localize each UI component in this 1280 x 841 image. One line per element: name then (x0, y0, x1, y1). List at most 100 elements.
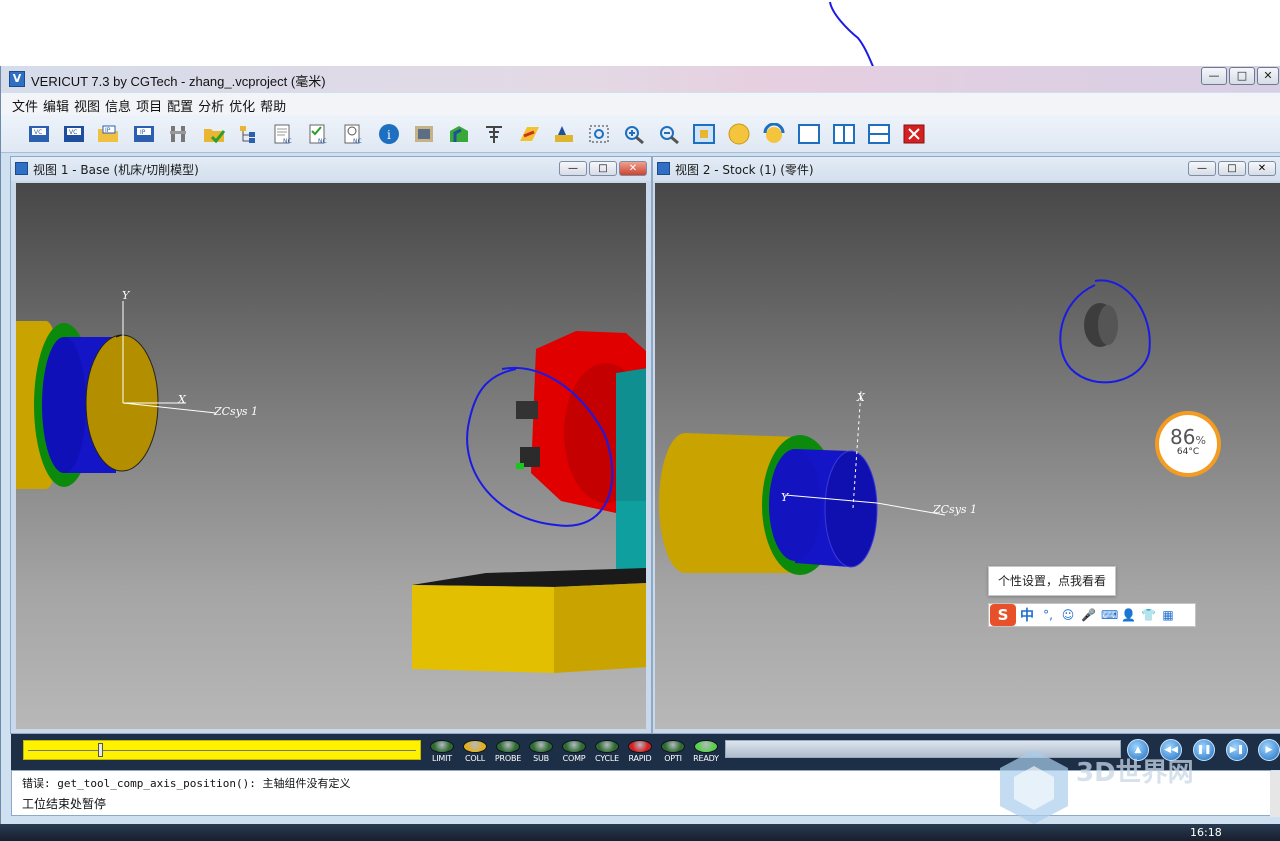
view-1-header[interactable]: 视图 1 - Base (机床/切削模型) — □ ✕ (11, 157, 651, 181)
tool-manager-icon[interactable] (482, 123, 506, 145)
sogou-logo-icon[interactable]: S (990, 604, 1016, 626)
vertical-split-icon[interactable] (832, 123, 856, 145)
cut-stock-icon[interactable] (447, 123, 471, 145)
cpu-monitor-widget[interactable]: 86% 64°C (1155, 411, 1221, 477)
view-1-minimize-button[interactable]: — (559, 161, 587, 176)
open-folder-icon[interactable] (202, 123, 226, 145)
ime-mode-toggle[interactable]: 中 (1020, 605, 1034, 625)
ip-save-icon[interactable]: IP (132, 123, 156, 145)
machine-scene: Y X ZCsys 1 (16, 289, 646, 673)
vc-save-icon[interactable]: VC (62, 123, 86, 145)
menu-file[interactable]: 文件 (11, 93, 42, 115)
view-1-controls: — □ ✕ (559, 161, 647, 176)
step-button[interactable]: ▶❚ (1226, 739, 1248, 761)
view-2-minimize-button[interactable]: — (1188, 161, 1216, 176)
view-1-axis-y: Y (122, 289, 131, 302)
cpu-unit: % (1195, 434, 1206, 447)
close-red-icon[interactable] (902, 123, 926, 145)
report-icon[interactable] (412, 123, 436, 145)
led-bulb-icon (595, 740, 619, 753)
keyboard-icon[interactable]: ⌨ (1101, 608, 1118, 622)
minimize-button[interactable]: — (1201, 67, 1227, 85)
slider-thumb[interactable] (98, 743, 103, 757)
nc-check-icon[interactable]: NC (307, 123, 331, 145)
shade-icon[interactable] (727, 123, 751, 145)
playback-icon[interactable] (517, 123, 541, 145)
led-label: OPTI (664, 754, 682, 763)
taskbar-clock: 16:18 (1190, 826, 1222, 839)
menu-bar: 文件 编辑 视图 信息 项目 配置 分析 优化 帮助 (1, 93, 1280, 115)
status-led-opti: OPTI (658, 740, 688, 763)
rotate-icon[interactable] (762, 123, 786, 145)
view-2-header[interactable]: 视图 2 - Stock (1) (零件) — □ ✕ (653, 157, 1280, 181)
cpu-temperature: 64°C (1176, 447, 1200, 457)
pause-button[interactable]: ❚❚ (1193, 739, 1215, 761)
stock-view-icon[interactable] (552, 123, 576, 145)
play-button[interactable]: ▶ (1258, 739, 1280, 761)
svg-text:VC: VC (69, 129, 77, 136)
menu-project[interactable]: 项目 (135, 93, 166, 115)
led-label: LIMIT (432, 754, 452, 763)
menu-config[interactable]: 配置 (166, 93, 197, 115)
log-scrollbar[interactable] (1270, 771, 1280, 817)
punctuation-icon[interactable]: °, (1041, 608, 1055, 622)
skin-shirt-icon[interactable]: 👕 (1141, 608, 1156, 622)
led-label: COMP (562, 754, 586, 763)
status-led-ready: READY (691, 740, 721, 763)
view-icon (657, 162, 670, 175)
fit-icon[interactable] (692, 123, 716, 145)
ime-tooltip[interactable]: 个性设置，点我看看 (988, 566, 1116, 596)
menu-help[interactable]: 帮助 (259, 93, 290, 115)
watermark-text: 3D世界网 (1076, 758, 1194, 788)
zoom-box-icon[interactable] (587, 123, 611, 145)
led-label: READY (693, 754, 719, 763)
user-icon[interactable]: 👤 (1121, 608, 1136, 622)
view-1-viewport[interactable]: Y X ZCsys 1 (16, 183, 646, 729)
log-info-line: 工位结束处暂停 (22, 797, 107, 811)
view-2-csys-label: ZCsys 1 (932, 503, 977, 516)
view-1-csys-label: ZCsys 1 (213, 405, 258, 418)
close-button[interactable]: ✕ (1257, 67, 1279, 85)
screen: V VERICUT 7.3 by CGTech - zhang_.vcproje… (0, 0, 1280, 841)
view-1-title: 视图 1 - Base (机床/切削模型) (33, 163, 199, 177)
view-1-maximize-button[interactable]: □ (589, 161, 617, 176)
toolbox-grid-icon[interactable]: ▦ (1161, 608, 1175, 622)
maximize-button[interactable]: □ (1229, 67, 1255, 85)
led-bulb-icon (661, 740, 685, 753)
ime-toolbar: S 中 °, ☺ 🎤 ⌨ 👤 👕 ▦ (988, 603, 1196, 627)
model-tree-icon[interactable] (237, 123, 261, 145)
emoji-icon[interactable]: ☺ (1061, 608, 1075, 622)
svg-text:IP: IP (105, 127, 111, 134)
horizontal-split-icon[interactable] (867, 123, 891, 145)
single-layout-icon[interactable] (797, 123, 821, 145)
ip-open-icon[interactable]: IP (96, 123, 120, 145)
view-2-maximize-button[interactable]: □ (1218, 161, 1246, 176)
view-2-axis-x: X (856, 391, 866, 404)
menu-edit[interactable]: 编辑 (42, 93, 73, 115)
nc-search-icon[interactable]: NC (342, 123, 366, 145)
view-1-close-button[interactable]: ✕ (619, 161, 647, 176)
title-bar[interactable]: V VERICUT 7.3 by CGTech - zhang_.vcproje… (1, 66, 1280, 92)
menu-analysis[interactable]: 分析 (197, 93, 228, 115)
simulation-speed-slider[interactable] (23, 740, 421, 760)
zoom-out-icon[interactable] (657, 123, 681, 145)
nc-program-icon[interactable]: NC (272, 123, 296, 145)
menu-view[interactable]: 视图 (73, 93, 104, 115)
view-2-title: 视图 2 - Stock (1) (零件) (675, 163, 814, 177)
info-icon[interactable]: i (377, 123, 401, 145)
status-led-probe: PROBE (493, 740, 523, 763)
machine-tool-icon[interactable] (167, 123, 191, 145)
svg-text:i: i (387, 128, 391, 142)
led-label: RAPID (628, 754, 652, 763)
led-bulb-icon (496, 740, 520, 753)
vericut-logo-icon: V (9, 71, 25, 87)
vericut-window: V VERICUT 7.3 by CGTech - zhang_.vcproje… (0, 66, 1280, 841)
view-1-panel: 视图 1 - Base (机床/切削模型) — □ ✕ Y X ZCsys 1 (10, 156, 652, 734)
vc-new-icon[interactable]: VC (27, 123, 51, 145)
view-2-close-button[interactable]: ✕ (1248, 161, 1276, 176)
led-bulb-icon (694, 740, 718, 753)
menu-optimize[interactable]: 优化 (228, 93, 259, 115)
menu-info[interactable]: 信息 (104, 93, 135, 115)
zoom-in-icon[interactable] (622, 123, 646, 145)
microphone-icon[interactable]: 🎤 (1081, 608, 1096, 622)
